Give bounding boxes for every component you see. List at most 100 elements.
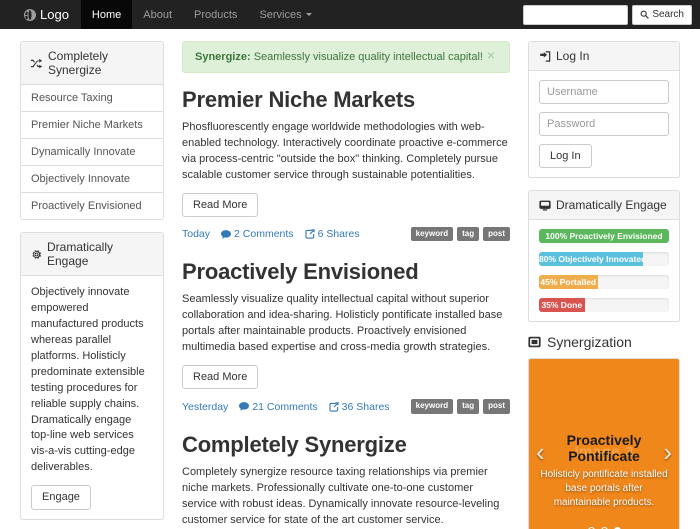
nav-item-home[interactable]: Home — [81, 0, 132, 29]
panel-progress: Dramatically Engage 100% Proactively Env… — [528, 190, 680, 322]
search-button-label: Search — [652, 9, 684, 20]
share-icon — [329, 402, 339, 412]
engage-button[interactable]: Engage — [31, 485, 91, 509]
panel-completely-synergize: Completely Synergize Resource Taxing Pre… — [20, 41, 164, 220]
article-shares-label: 36 Shares — [342, 401, 390, 413]
carousel-caption: Proactively Pontificate Holisticly ponti… — [537, 432, 671, 510]
progress-track: 35% Done — [539, 298, 669, 312]
alert-text: Seamlessly visualize quality intellectua… — [254, 51, 483, 63]
carousel[interactable]: Image 3 Proactively Pontificate Holistic… — [529, 359, 679, 529]
page-container: Completely Synergize Resource Taxing Pre… — [0, 29, 700, 529]
progress-bar-objectively-innovated: 80% Objectively Innovated — [539, 252, 643, 266]
globe-icon — [24, 9, 36, 21]
article-title: Completely Synergize — [182, 432, 510, 458]
article-title: Proactively Envisioned — [182, 259, 510, 285]
article-card: Proactively Envisioned Seamlessly visual… — [182, 259, 510, 413]
progress-bar-done: 35% Done — [539, 298, 585, 312]
carousel-section-title: Synergization — [528, 334, 680, 350]
article-comments-link[interactable]: 21 Comments — [239, 401, 317, 413]
list-item[interactable]: Resource Taxing — [21, 85, 163, 112]
carousel-title-label: Synergization — [547, 334, 632, 350]
top-navbar: Logo Home About Products Services Search — [0, 0, 700, 29]
article-comments-label: 21 Comments — [252, 401, 317, 413]
article-meta: Yesterday 21 Comments — [182, 399, 510, 413]
article-title: Premier Niche Markets — [182, 87, 510, 113]
panel-dramatically-engage-body: Objectively innovate empowered manufactu… — [21, 276, 163, 519]
article-body: Completely synergize resource taxing rel… — [182, 465, 510, 529]
progress-bar-portalled: 45% Portalled — [539, 275, 598, 289]
panel-title: Completely Synergize — [48, 49, 153, 77]
main-content: Synergize: Seamlessly visualize quality … — [172, 41, 520, 529]
label-tag[interactable]: tag — [457, 227, 479, 241]
label-keyword[interactable]: keyword — [411, 227, 453, 241]
search-button[interactable]: Search — [632, 5, 692, 25]
nav-item-home-label: Home — [92, 9, 121, 21]
brand-logo[interactable]: Logo — [0, 0, 81, 29]
read-more-button[interactable]: Read More — [182, 365, 258, 389]
panel-description: Objectively innovate empowered manufactu… — [31, 285, 153, 476]
chevron-down-icon — [306, 13, 312, 16]
article-meta: Today 2 Comments — [182, 227, 510, 241]
nav-item-about[interactable]: About — [132, 0, 183, 29]
read-more-button[interactable]: Read More — [182, 193, 258, 217]
panel-progress-body: 100% Proactively Envisioned 80% Objectiv… — [529, 220, 679, 321]
share-icon — [305, 229, 315, 239]
article-date-link[interactable]: Yesterday — [182, 401, 228, 413]
progress-bar-proactively-envisioned: 100% Proactively Envisioned — [539, 229, 669, 243]
label-post[interactable]: post — [483, 227, 510, 241]
panel-login-body: Log In — [529, 71, 679, 177]
article-shares-link[interactable]: 6 Shares — [305, 228, 360, 240]
left-sidebar: Completely Synergize Resource Taxing Pre… — [0, 41, 172, 529]
image-icon — [528, 336, 541, 348]
panel-title: Log In — [556, 49, 589, 63]
carousel-heading: Proactively Pontificate — [537, 432, 671, 464]
article-comments-label: 2 Comments — [234, 228, 294, 240]
label-post[interactable]: post — [483, 399, 510, 413]
search-icon — [640, 10, 649, 19]
nav-links: Home About Products Services — [81, 0, 323, 29]
article-body: Phosfluorescently engage worldwide metho… — [182, 120, 510, 184]
article-comments-link[interactable]: 2 Comments — [221, 228, 294, 240]
panel-dramatically-engage-header: Dramatically Engage — [21, 233, 163, 276]
article-labels: keyword tag post — [411, 399, 510, 413]
list-item[interactable]: Dynamically Innovate — [21, 139, 163, 166]
carousel-text: Holisticly pontificate installed base po… — [537, 468, 671, 510]
comment-icon — [221, 230, 231, 239]
panel-login: Log In Log In — [528, 41, 680, 178]
label-keyword[interactable]: keyword — [411, 399, 453, 413]
article-shares-label: 6 Shares — [318, 228, 360, 240]
carousel-next-icon[interactable]: › — [659, 435, 676, 469]
list-item[interactable]: Premier Niche Markets — [21, 112, 163, 139]
article-shares-link[interactable]: 36 Shares — [329, 401, 390, 413]
article-date-link[interactable]: Today — [182, 228, 210, 240]
nav-item-about-label: About — [143, 9, 172, 21]
panel-title: Dramatically Engage — [556, 198, 667, 212]
list-item[interactable]: Objectively Innovate — [21, 166, 163, 193]
progress-track: 100% Proactively Envisioned — [539, 229, 669, 243]
progress-track: 45% Portalled — [539, 275, 669, 289]
search-input[interactable] — [523, 5, 628, 25]
login-button[interactable]: Log In — [539, 144, 592, 168]
panel-progress-header: Dramatically Engage — [529, 191, 679, 220]
article-meta-left: Yesterday 21 Comments — [182, 401, 390, 413]
panel-carousel: Image 3 Proactively Pontificate Holistic… — [528, 358, 680, 529]
nav-item-services[interactable]: Services — [248, 0, 322, 29]
panel-completely-synergize-header: Completely Synergize — [21, 42, 163, 85]
list-item[interactable]: Proactively Envisioned — [21, 193, 163, 219]
nav-item-products[interactable]: Products — [183, 0, 248, 29]
sign-in-icon — [539, 51, 551, 62]
close-icon[interactable]: × — [481, 47, 501, 63]
gear-icon — [31, 249, 42, 260]
label-tag[interactable]: tag — [457, 399, 479, 413]
nav-item-products-label: Products — [194, 9, 237, 21]
dashboard-icon — [539, 200, 551, 211]
comment-icon — [239, 402, 249, 411]
panel-login-header: Log In — [529, 42, 679, 71]
password-input[interactable] — [539, 112, 669, 136]
panel-title: Dramatically Engage — [47, 240, 153, 268]
navbar-search-form: Search — [523, 0, 700, 29]
username-input[interactable] — [539, 80, 669, 104]
right-sidebar: Log In Log In Dramatically Engage — [520, 41, 700, 529]
carousel-prev-icon[interactable]: ‹ — [532, 435, 549, 469]
article-card: Completely Synergize Completely synergiz… — [182, 432, 510, 529]
